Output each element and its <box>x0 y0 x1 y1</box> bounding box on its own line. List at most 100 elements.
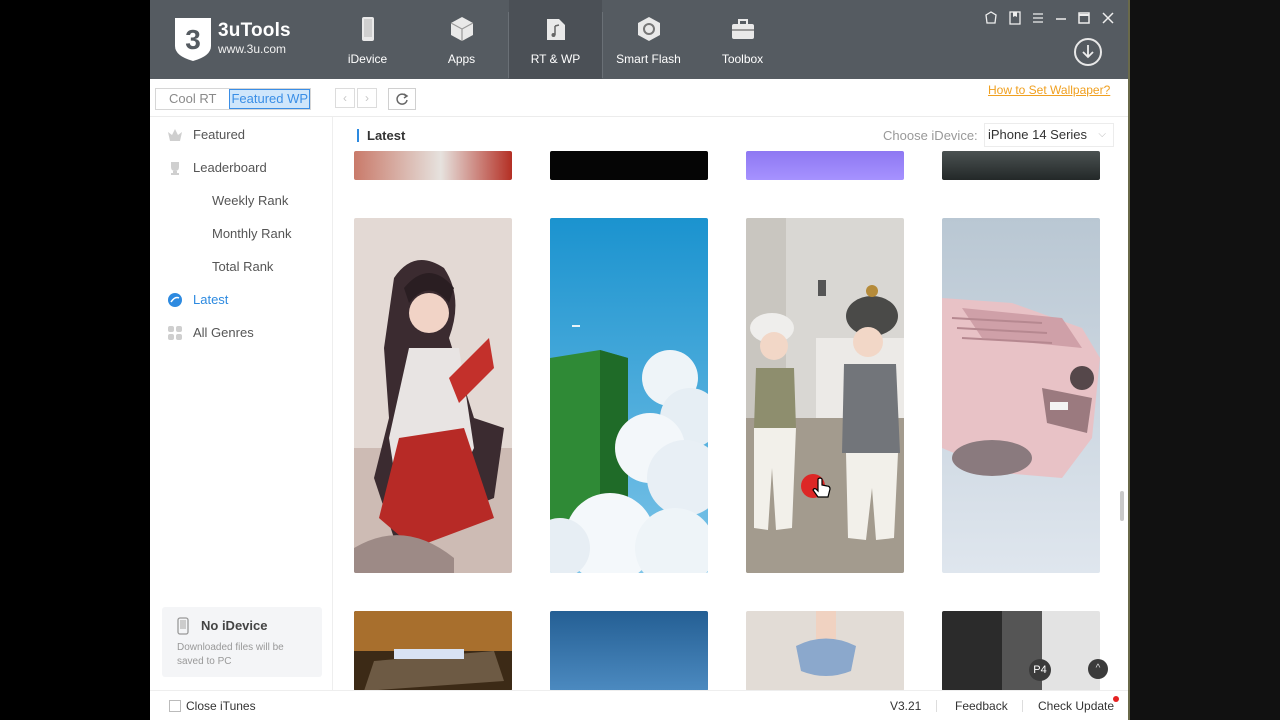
sidebar-item-label: Featured <box>193 127 246 142</box>
nav-tab-idevice[interactable]: iDevice <box>321 0 414 79</box>
section-heading: Latest <box>357 129 405 142</box>
no-device-description: Downloaded files will be saved to PC <box>177 642 284 667</box>
sidebar-item-label: Leaderboard <box>193 160 267 175</box>
refresh-button[interactable] <box>388 88 416 110</box>
wallpaper-thumbnail[interactable] <box>550 151 708 180</box>
close-itunes-label: Close iTunes <box>186 699 256 713</box>
page-badge: P4 <box>1029 659 1051 681</box>
nav-tab-label: Smart Flash <box>616 52 681 66</box>
phone-icon <box>362 17 374 41</box>
scrollbar-thumb[interactable] <box>1120 491 1124 521</box>
sidebar-item-weekly-rank[interactable]: Weekly Rank <box>150 187 333 215</box>
crown-icon <box>168 129 182 141</box>
nav-tab-label: RT & WP <box>530 52 581 66</box>
device-select-value: iPhone 14 Series <box>988 127 1088 142</box>
svg-text:3: 3 <box>185 24 201 55</box>
forward-button[interactable]: › <box>357 88 377 108</box>
toolbar: Cool RT Featured WP ‹ › <box>150 79 1128 117</box>
sidebar-item-label: Monthly Rank <box>212 226 292 241</box>
wallpaper-thumbnail[interactable] <box>354 151 512 180</box>
wallpaper-thumbnail[interactable] <box>550 611 708 690</box>
maximize-icon[interactable] <box>1076 10 1092 26</box>
brand-name: 3uTools <box>218 20 291 41</box>
wallpaper-clouds-block <box>550 218 708 573</box>
tab-featured-wp[interactable]: Featured WP <box>229 89 311 109</box>
sidebar-item-all-genres[interactable]: All Genres <box>150 319 333 347</box>
download-arrow-icon <box>1082 45 1094 59</box>
tab-cool-rt[interactable]: Cool RT <box>156 89 229 109</box>
scroll-to-top-button[interactable]: ^ <box>1088 659 1108 679</box>
no-device-panel: No iDevice Downloaded files will be save… <box>162 607 322 677</box>
how-to-set-wallpaper-link[interactable]: How to Set Wallpaper? <box>988 83 1110 97</box>
wallpaper-golden-light <box>354 611 512 690</box>
grid-icon <box>168 326 182 340</box>
wallpaper-thumbnail[interactable] <box>354 611 512 690</box>
wallpaper-thumbnail[interactable] <box>746 611 904 690</box>
sidebar-item-label: Total Rank <box>212 259 274 274</box>
wallpaper-thumbnail[interactable] <box>942 151 1100 180</box>
nav-tab-apps[interactable]: Apps <box>415 0 508 79</box>
category-segment: Cool RT Featured WP <box>155 88 312 110</box>
nav-tab-toolbox[interactable]: Toolbox <box>696 0 789 79</box>
wallpaper-thumbnail[interactable] <box>354 218 512 573</box>
nav-tab-label: Apps <box>447 52 476 66</box>
feedback-note-icon[interactable] <box>1007 10 1023 26</box>
sidebar-item-monthly-rank[interactable]: Monthly Rank <box>150 220 333 248</box>
sidebar-item-latest[interactable]: Latest <box>150 286 333 314</box>
wallpaper-thumbnail[interactable] <box>746 151 904 180</box>
app-window: 3 3uTools www.3u.com iDevice Apps RT & W… <box>150 0 1128 720</box>
no-device-title: No iDevice <box>201 618 268 633</box>
minimize-icon[interactable] <box>1053 10 1069 26</box>
close-icon[interactable] <box>1100 10 1116 26</box>
sidebar: Featured Leaderboard Weekly Rank Monthly… <box>150 117 333 690</box>
sidebar-item-label: Latest <box>193 292 229 307</box>
choose-device-label: Choose iDevice: <box>883 128 978 143</box>
wallpaper-content: Latest Choose iDevice: iPhone 14 Series … <box>334 117 1128 690</box>
wallpaper-thumbnail[interactable] <box>942 218 1100 573</box>
device-select[interactable]: iPhone 14 Series ⌵ <box>984 123 1114 147</box>
music-file-icon <box>547 19 565 40</box>
trophy-icon <box>171 162 179 175</box>
wallpaper-dark-building <box>942 611 1100 690</box>
sidebar-item-total-rank[interactable]: Total Rank <box>150 253 333 281</box>
wallpaper-blue-bow <box>746 611 904 690</box>
nav-tab-rt-wp[interactable]: RT & WP <box>509 0 602 79</box>
wallpaper-pink-car <box>942 218 1100 573</box>
sidebar-item-label: Weekly Rank <box>212 193 289 208</box>
status-divider <box>1022 700 1023 712</box>
sidebar-item-featured[interactable]: Featured <box>150 121 333 149</box>
nav-tab-label: Toolbox <box>721 52 764 66</box>
flash-hexagon-icon <box>638 17 660 41</box>
wallpaper-thumbnail[interactable] <box>550 218 708 573</box>
desktop-background-left <box>0 0 150 720</box>
wallpaper-two-kids <box>746 218 904 573</box>
wallpaper-thumbnail[interactable] <box>942 611 1100 690</box>
version-label: V3.21 <box>890 699 922 713</box>
refresh-icon <box>396 93 409 105</box>
title-bar: 3 3uTools www.3u.com iDevice Apps RT & W… <box>150 0 1128 79</box>
desktop-background-right <box>1128 0 1280 720</box>
sidebar-item-leaderboard[interactable]: Leaderboard <box>150 154 333 182</box>
close-itunes-checkbox[interactable] <box>169 700 181 712</box>
sidebar-item-label: All Genres <box>193 325 254 340</box>
menu-icon[interactable] <box>1030 10 1046 26</box>
status-divider <box>936 700 937 712</box>
skin-icon[interactable] <box>983 10 999 26</box>
nav-tab-smart-flash[interactable]: Smart Flash <box>602 0 695 79</box>
3utools-logo-icon: 3 <box>175 18 211 61</box>
check-update-link[interactable]: Check Update <box>1038 699 1114 713</box>
toolbox-icon <box>732 19 754 39</box>
cube-icon <box>450 17 474 41</box>
update-notification-dot <box>1113 696 1119 702</box>
brand: 3uTools www.3u.com <box>218 20 291 56</box>
feedback-link[interactable]: Feedback <box>955 699 1008 713</box>
chevron-down-icon: ⌵ <box>1098 129 1106 140</box>
status-bar: Close iTunes V3.21 Feedback Check Update <box>150 690 1128 720</box>
nav-tab-label: iDevice <box>347 52 388 66</box>
hand-cursor-icon <box>801 474 831 498</box>
wallpaper-thumbnail[interactable] <box>746 218 904 573</box>
download-manager-button[interactable] <box>1074 38 1102 66</box>
back-button[interactable]: ‹ <box>335 88 355 108</box>
tab-featured-wp-label: Featured WP <box>229 89 311 109</box>
latest-icon <box>168 293 182 307</box>
